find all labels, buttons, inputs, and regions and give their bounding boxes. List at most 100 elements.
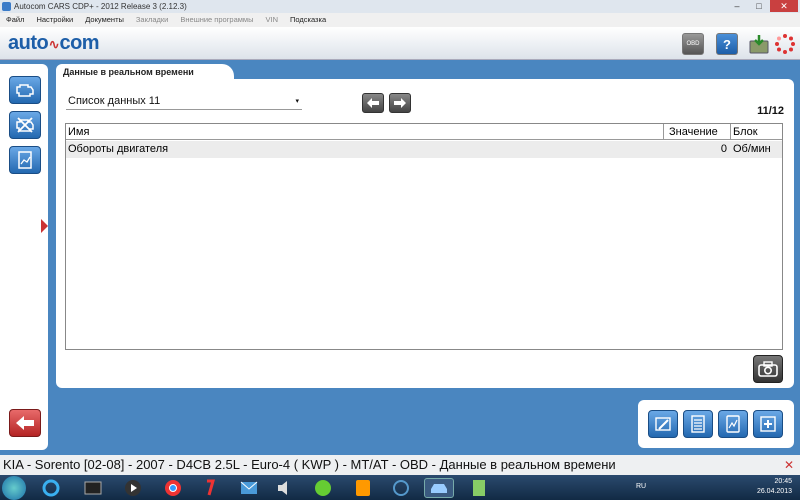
globe-icon xyxy=(393,480,409,496)
taskbar-ie[interactable] xyxy=(36,478,66,498)
menu-settings[interactable]: Настройки xyxy=(36,13,73,27)
menu-help[interactable]: Подсказка xyxy=(290,13,326,27)
chrome-icon xyxy=(165,480,181,496)
record-data-button[interactable] xyxy=(753,410,783,438)
back-button[interactable] xyxy=(9,409,41,437)
list-icon xyxy=(691,415,705,433)
menu-file[interactable]: Файл xyxy=(6,13,24,27)
chevron-down-icon: ▾ xyxy=(295,98,299,105)
window-title: Autocom CARS CDP+ - 2012 Release 3 (2.12… xyxy=(14,2,187,11)
connection-status-button[interactable] xyxy=(774,33,796,55)
taskbar-mail[interactable] xyxy=(234,478,264,498)
system-clock[interactable]: 20:45 26.04.2013 xyxy=(757,475,792,500)
edit-list-button[interactable] xyxy=(648,410,678,438)
engine-icon xyxy=(16,84,34,97)
taskbar-player[interactable] xyxy=(118,478,148,498)
speaker-icon xyxy=(278,481,287,495)
engine-error-icon xyxy=(16,117,34,133)
menu-external-programs[interactable]: Внешние программы xyxy=(180,13,253,27)
live-data-table: Имя Значение Блок Обороты двигателя 0 Об… xyxy=(65,123,783,350)
previous-list-button[interactable] xyxy=(362,93,384,113)
main-panel: Список данных 11 ▾ 11/12 Имя Значение Бл… xyxy=(56,79,794,388)
taskbar-chrome[interactable] xyxy=(158,478,188,498)
help-label: ? xyxy=(723,36,731,52)
row-name: Обороты двигателя xyxy=(68,143,169,155)
windows-taskbar: RU 20:45 26.04.2013 xyxy=(0,475,800,500)
yandex-icon xyxy=(207,479,215,496)
vehicle-info: KIA - Sorento [02-08] - 2007 - D4CB 2.5L… xyxy=(3,457,616,472)
column-header-value[interactable]: Значение xyxy=(669,124,718,140)
left-nav-panel xyxy=(0,64,48,450)
document-chart-icon xyxy=(18,151,32,169)
menu-documents[interactable]: Документы xyxy=(85,13,124,27)
mail-icon xyxy=(240,481,258,494)
browser-icon xyxy=(42,479,60,497)
arrow-back-icon xyxy=(367,98,379,108)
car-icon xyxy=(431,484,447,493)
folder-download-icon xyxy=(749,35,769,54)
start-button[interactable] xyxy=(2,476,26,500)
autocom-logo: auto∿com xyxy=(8,32,100,54)
taskbar-media[interactable] xyxy=(78,478,108,498)
taskbar-odnoklassniki[interactable] xyxy=(348,478,378,498)
menu-bar: Файл Настройки Документы Закладки Внешни… xyxy=(0,13,800,27)
brand-bar: auto∿com OBD ? xyxy=(0,27,800,60)
column-header-name[interactable]: Имя xyxy=(68,124,89,140)
table-row[interactable]: Обороты двигателя 0 Об/мин xyxy=(66,141,782,158)
edit-document-icon xyxy=(655,417,671,431)
vehicle-status-bar: KIA - Sorento [02-08] - 2007 - D4CB 2.5L… xyxy=(0,455,800,475)
camera-icon xyxy=(758,361,778,377)
column-divider[interactable] xyxy=(663,124,664,140)
data-list-select[interactable]: Список данных 11 ▾ xyxy=(66,93,302,110)
app-icon xyxy=(2,2,11,11)
column-divider[interactable] xyxy=(730,124,731,140)
taskbar-app-ball[interactable] xyxy=(308,478,338,498)
spinner-icon xyxy=(775,34,795,54)
list-counter: 11/12 xyxy=(757,105,784,117)
arrow-forward-icon xyxy=(394,98,406,108)
graph-view-button[interactable] xyxy=(718,410,748,438)
row-unit: Об/мин xyxy=(733,143,771,155)
clock-date: 26.04.2013 xyxy=(756,488,792,495)
taskbar-autocom[interactable] xyxy=(424,478,454,498)
window-controls: – □ ✕ xyxy=(726,0,798,13)
row-value: 0 xyxy=(720,143,727,155)
medical-record-icon xyxy=(760,416,776,432)
folder-download-button[interactable] xyxy=(748,33,770,55)
graph-document-icon xyxy=(726,415,740,433)
obd-label: OBD xyxy=(686,41,700,47)
tab-live-data[interactable]: Данные в реальном времени xyxy=(56,64,234,80)
screenshot-button[interactable] xyxy=(753,355,783,383)
help-button[interactable]: ? xyxy=(716,33,738,55)
keyboard-language[interactable]: RU xyxy=(636,483,646,490)
arrow-left-icon xyxy=(16,416,34,430)
data-list-selected: Список данных 11 xyxy=(68,95,161,107)
taskbar-yandex[interactable] xyxy=(196,478,226,498)
active-nav-indicator xyxy=(41,219,48,233)
menu-vin[interactable]: VIN xyxy=(265,13,278,27)
taskbar-document[interactable] xyxy=(464,478,494,498)
bottom-toolbar xyxy=(638,400,794,448)
next-list-button[interactable] xyxy=(389,93,411,113)
list-view-button[interactable] xyxy=(683,410,713,438)
clock-time: 20:45 xyxy=(774,478,792,485)
taskbar-volume[interactable] xyxy=(270,478,300,498)
document-icon xyxy=(473,480,485,496)
media-icon xyxy=(84,481,102,495)
window-titlebar: Autocom CARS CDP+ - 2012 Release 3 (2.12… xyxy=(0,0,800,13)
column-header-unit[interactable]: Блок xyxy=(733,124,758,140)
ball-icon xyxy=(315,480,331,496)
minimize-button[interactable]: – xyxy=(726,0,748,12)
odnoklassniki-icon xyxy=(356,480,370,496)
taskbar-network[interactable] xyxy=(386,478,416,498)
fault-codes-button[interactable] xyxy=(9,111,41,139)
menu-bookmarks[interactable]: Закладки xyxy=(136,13,168,27)
live-data-button[interactable] xyxy=(9,146,41,174)
close-button[interactable]: ✕ xyxy=(770,0,798,12)
play-icon xyxy=(125,480,141,496)
table-header: Имя Значение Блок xyxy=(66,124,782,140)
obd-button[interactable]: OBD xyxy=(682,33,704,55)
engine-button[interactable] xyxy=(9,76,41,104)
close-vehicle-button[interactable]: ✕ xyxy=(784,455,794,475)
maximize-button[interactable]: □ xyxy=(748,0,770,12)
